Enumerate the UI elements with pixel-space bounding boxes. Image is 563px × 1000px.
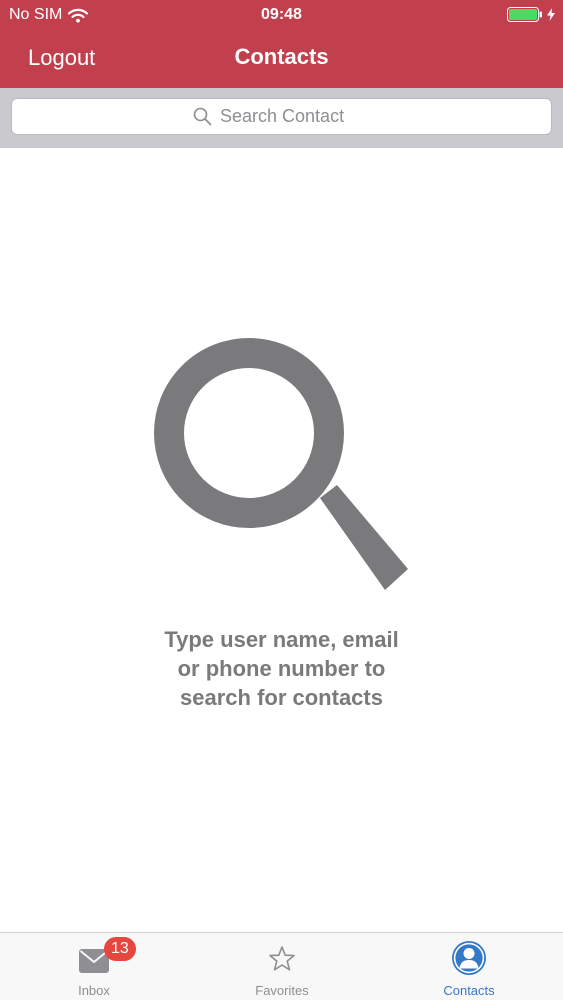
empty-state-hint: Type user name, email or phone number to… [90,625,473,712]
search-icon [154,338,408,590]
empty-state: Type user name, email or phone number to… [0,148,563,932]
bolt-icon [547,8,555,21]
tab-contacts[interactable]: Contacts [375,933,563,1000]
tab-label: Favorites [255,983,309,998]
unread-badge: 13 [104,937,136,961]
tab-inbox[interactable]: 13 Inbox [0,933,188,1000]
tab-label: Contacts [443,983,495,998]
star-icon [269,946,295,971]
header: No SIM 09:48 Logout Contacts [0,0,563,88]
search-field[interactable] [11,98,552,135]
logout-button[interactable]: Logout [28,45,95,71]
hint-line-2: or phone number to [177,656,386,681]
status-time: 09:48 [261,6,302,23]
hint-line-3: search for contacts [180,685,383,710]
search-input[interactable] [220,106,370,127]
tab-bar: 13 Inbox Favorites Contacts [0,932,563,1000]
tab-favorites[interactable]: Favorites [188,933,376,1000]
search-icon [193,107,212,126]
nav-bar: Logout Contacts [0,30,563,88]
battery-indicator [507,7,555,22]
person-icon [452,941,486,975]
tab-label: Inbox [78,983,110,998]
status-bar: No SIM 09:48 [0,0,563,30]
battery-icon [507,7,542,22]
search-bar [0,88,563,148]
hint-line-1: Type user name, email [164,627,399,652]
